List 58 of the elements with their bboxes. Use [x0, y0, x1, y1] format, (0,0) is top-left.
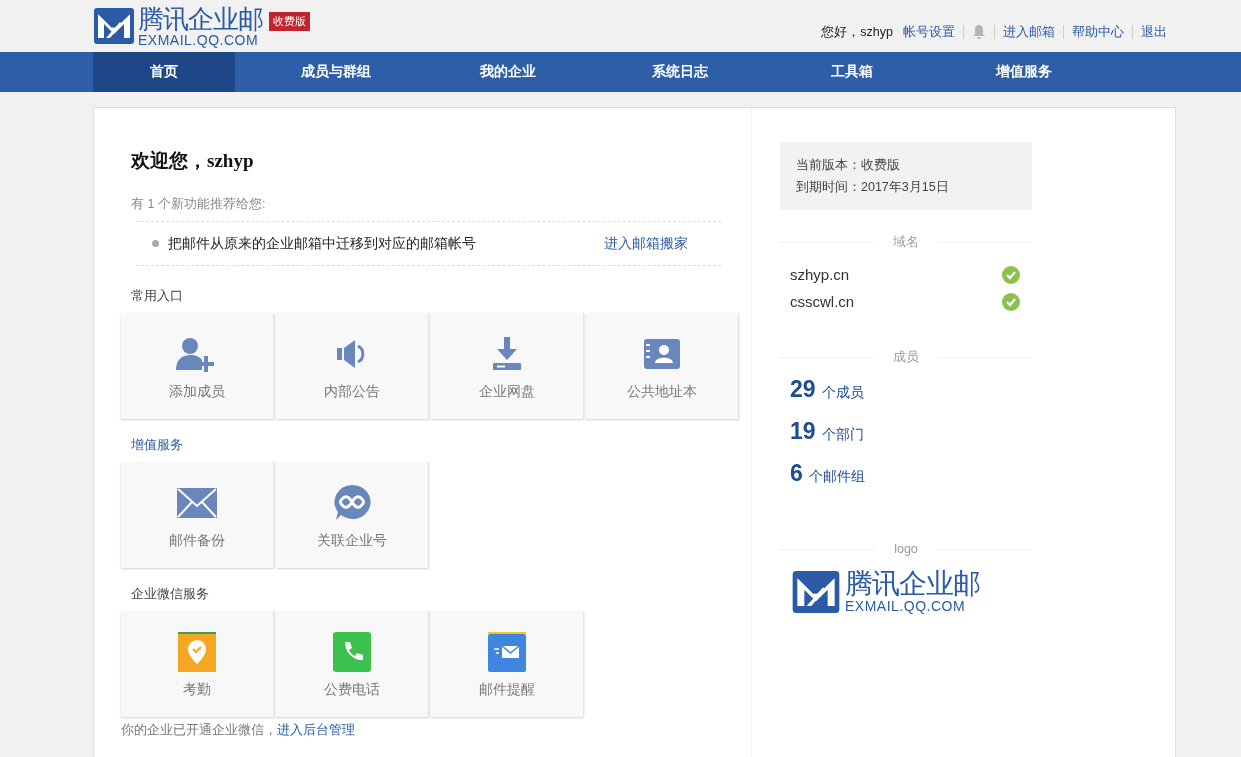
section-heading: logo — [894, 542, 918, 556]
stat-number: 29 — [790, 376, 816, 403]
stat-number: 6 — [790, 460, 803, 487]
section-title: 企业微信服务 — [131, 586, 210, 603]
logo-mark-icon — [93, 8, 135, 44]
edition-badge: 收费版 — [269, 11, 310, 31]
shortcut-tile[interactable]: 企业网盘 — [431, 313, 584, 419]
chat-bubble-icon — [333, 484, 371, 522]
domain-name: csscwl.cn — [790, 293, 855, 310]
greeting: 您好，szhyp — [821, 23, 893, 41]
shortcut-tile[interactable]: 内部公告 — [276, 313, 429, 419]
stat-label: 个邮件组 — [808, 468, 865, 486]
section-heading: 成员 — [893, 349, 919, 366]
download-icon — [492, 337, 522, 371]
shortcut-tile[interactable]: 关联企业号 — [276, 462, 429, 568]
nav-tab[interactable]: 工具箱 — [781, 52, 923, 92]
feature-text: 把邮件从原来的企业邮箱中迁移到对应的邮箱帐号 — [168, 234, 476, 253]
stat-number: 19 — [790, 418, 816, 445]
logo-name: 腾讯企业邮 — [845, 570, 980, 598]
contact-card-icon — [644, 339, 680, 369]
phone-icon — [333, 632, 371, 672]
logo-mark-icon — [790, 570, 842, 613]
section-title: 常用入口 — [131, 288, 184, 305]
admin-link[interactable]: 进入后台管理 — [277, 723, 355, 737]
location-pin-icon — [178, 632, 216, 672]
header-link[interactable]: 帮助中心 — [1072, 23, 1124, 41]
nav-tab[interactable]: 增值服务 — [953, 52, 1095, 92]
section-heading: 域名 — [893, 234, 919, 251]
mail-notice-icon — [488, 632, 526, 672]
nav-tab[interactable]: 系统日志 — [609, 52, 751, 92]
shortcut-tile[interactable]: 公费电话 — [276, 611, 429, 717]
bullet-dot — [152, 240, 159, 247]
shortcut-tile[interactable]: 考勤 — [121, 611, 274, 717]
logo-domain: EXMAIL.QQ.COM — [845, 599, 967, 613]
section-title: 增值服务 — [131, 437, 184, 454]
header-link[interactable]: 退出 — [1141, 23, 1167, 41]
shortcut-tile[interactable]: 添加成员 — [121, 313, 274, 419]
header-link[interactable]: 进入邮箱 — [1003, 23, 1055, 41]
domain-name: szhyp.cn — [790, 266, 850, 283]
nav-tab[interactable]: 成员与群组 — [265, 52, 407, 92]
shortcut-tile[interactable]: 邮件提醒 — [431, 611, 584, 717]
stat-label: 个部门 — [821, 426, 864, 444]
logo-name: 腾讯企业邮 — [138, 5, 263, 32]
envelope-icon — [177, 488, 217, 518]
nav-tab[interactable]: 我的企业 — [437, 52, 579, 92]
shortcut-tile[interactable]: 邮件备份 — [121, 462, 274, 568]
logo-domain: EXMAIL.QQ.COM — [138, 32, 259, 47]
welcome-title: 欢迎您，szhyp — [131, 149, 255, 173]
wechat-note: 你的企业已开通企业微信，进入后台管理 — [121, 723, 356, 737]
shortcut-tile[interactable]: 公共地址本 — [586, 313, 739, 419]
feature-link[interactable]: 进入邮箱搬家 — [604, 234, 688, 253]
version-text: 当前版本：收费版 — [796, 157, 901, 174]
bell-icon[interactable] — [972, 24, 986, 40]
nav-tab[interactable]: 首页 — [93, 52, 235, 92]
recommend-note: 有 1 个新功能推荐给您: — [131, 196, 267, 213]
expiry-text: 到期时间：2017年3月15日 — [796, 179, 950, 196]
header-link[interactable]: 帐号设置 — [903, 23, 955, 41]
stat-label: 个成员 — [821, 384, 864, 402]
